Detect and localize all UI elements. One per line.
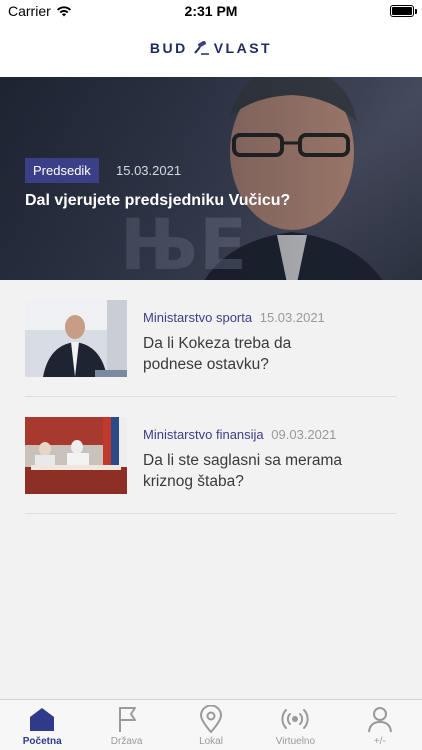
featured-article-title: Dal vjerujete predsjedniku Vučicu?	[25, 192, 291, 209]
article-meta: Ministarstvo sporta 15.03.2021	[143, 310, 325, 325]
article-date: 15.03.2021	[116, 163, 182, 178]
article-meta: Ministarstvo finansija 09.03.2021	[143, 427, 336, 442]
article-thumbnail	[25, 417, 127, 494]
tab-label: Virtuelno	[275, 736, 316, 747]
gavel-icon	[193, 41, 209, 55]
article-category: Ministarstvo finansija	[143, 427, 264, 442]
location-pin-icon	[200, 705, 223, 733]
article-date: 15.03.2021	[259, 310, 325, 325]
status-bar: Carrier 2:31 PM	[0, 0, 422, 22]
flag-icon	[118, 707, 136, 732]
tab-label: +/-	[373, 736, 386, 747]
home-icon	[30, 708, 55, 731]
article-category: Ministarstvo sporta	[143, 310, 253, 325]
article-list: Ministarstvo sporta 15.03.2021 Da li Kok…	[25, 280, 397, 514]
list-item[interactable]: Ministarstvo sporta 15.03.2021 Da li Kok…	[25, 280, 397, 397]
tab-plus-minus[interactable]: +/-	[338, 700, 422, 750]
logo-text-left: BUD	[149, 40, 188, 56]
battery-icon	[390, 5, 417, 17]
app-logo: BUD VLAST	[0, 40, 422, 56]
tab-pocetna[interactable]: Početna	[0, 700, 84, 750]
person-icon	[367, 707, 392, 733]
tab-drzava[interactable]: Država	[84, 700, 168, 750]
featured-article[interactable]: ЊЕ Predsedik 15.03.2021 Dal vjerujete pr…	[0, 77, 422, 280]
article-title: Da li Kokeza treba da podnese ostavku?	[143, 335, 292, 373]
logo-text-right: VLAST	[213, 40, 273, 56]
article-thumbnail	[25, 300, 127, 377]
tab-label: Početna	[22, 736, 62, 747]
tab-bar: Početna Država Lokal Virtuelno +/-	[0, 699, 422, 750]
tab-label: Država	[110, 736, 143, 747]
tab-label: Lokal	[199, 736, 223, 747]
app-header: BUD VLAST	[0, 22, 422, 77]
broadcast-icon	[281, 709, 309, 729]
category-badge: Predsedik	[25, 158, 99, 183]
article-title: Da li ste saglasni sa merama kriznog šta…	[143, 452, 342, 490]
status-time: 2:31 PM	[184, 3, 238, 19]
article-date: 09.03.2021	[271, 427, 337, 442]
tab-virtuelno[interactable]: Virtuelno	[253, 700, 337, 750]
tab-lokal[interactable]: Lokal	[169, 700, 253, 750]
list-item[interactable]: Ministarstvo finansija 09.03.2021 Da li …	[25, 397, 397, 514]
